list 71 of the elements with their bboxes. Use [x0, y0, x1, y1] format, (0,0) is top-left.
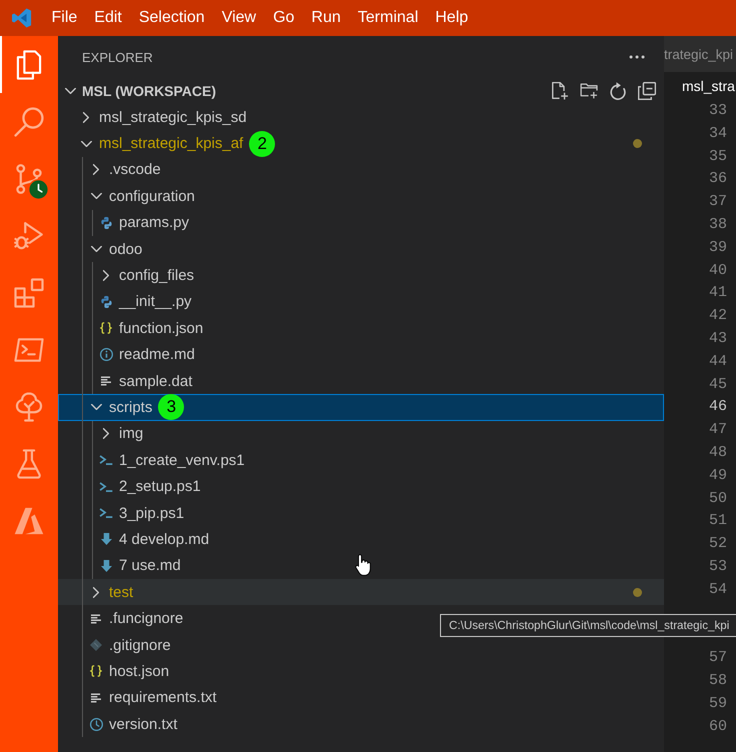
letter-a-logo-icon — [14, 506, 44, 536]
line-number: 36 — [708, 169, 728, 190]
folder-item[interactable]: scripts 3 — [58, 394, 664, 421]
new-folder-icon[interactable] — [580, 82, 598, 100]
text-lines-icon — [91, 614, 101, 624]
python-icon — [100, 296, 112, 308]
braces-icon — [100, 322, 112, 334]
bug-play-icon — [14, 220, 44, 250]
line-number: 41 — [708, 283, 728, 304]
line-number: 57 — [708, 648, 728, 668]
prompt-icon — [99, 455, 113, 466]
line-number: 33 — [708, 101, 728, 121]
line-number: 49 — [708, 466, 728, 486]
hand-cursor-icon — [355, 554, 372, 576]
line-number: 52 — [708, 534, 728, 554]
explorer-title: EXPLORER — [82, 50, 153, 64]
menu-item[interactable]: Selection — [130, 0, 214, 36]
line-number: 35 — [708, 146, 728, 167]
clock-icon — [90, 718, 102, 731]
new-file-icon[interactable] — [551, 82, 569, 100]
flask-icon — [14, 448, 44, 478]
search-icon — [14, 106, 44, 136]
refresh-icon[interactable] — [609, 82, 627, 100]
line-number: 47 — [708, 420, 728, 440]
line-number: 42 — [708, 306, 728, 326]
tree-icon — [14, 392, 44, 422]
number-badge: 2 — [249, 130, 276, 157]
collapse-all-icon[interactable] — [638, 82, 656, 100]
menu-item[interactable]: Terminal — [349, 0, 427, 36]
prompt-icon — [99, 482, 113, 492]
line-number: 46 — [708, 397, 728, 418]
braces-icon — [90, 665, 102, 678]
prompt-icon — [99, 508, 113, 518]
line-number: 39 — [708, 238, 728, 258]
text-lines-icon — [101, 376, 111, 386]
line-number: 37 — [708, 192, 728, 212]
line-number: 54 — [708, 580, 728, 600]
line-number: 59 — [708, 694, 728, 714]
path-tooltip: C:\Users\ChristophGlur\Git\msl\code\msl_strategic_kpi — [440, 614, 736, 637]
python-icon — [100, 216, 112, 229]
folder-item[interactable]: test — [58, 579, 664, 606]
line-number: 34 — [708, 124, 728, 144]
menu-item[interactable]: Run — [302, 0, 350, 36]
files-icon — [14, 50, 44, 80]
menu-item[interactable]: File — [43, 0, 86, 36]
blocks-icon — [14, 278, 44, 308]
line-number: 45 — [708, 374, 728, 395]
menu-item[interactable]: Edit — [86, 0, 130, 36]
down-arrow-icon — [100, 533, 112, 546]
line-number: 53 — [708, 556, 728, 577]
diamond-icon — [90, 639, 102, 651]
branch-icon — [14, 164, 44, 194]
line-number: 60 — [708, 716, 728, 737]
line-number: 43 — [708, 328, 728, 349]
app-logo-icon — [12, 8, 32, 28]
menu-item[interactable]: Go — [264, 0, 303, 36]
info-icon — [100, 348, 112, 362]
line-number: 51 — [708, 511, 728, 532]
menu-item[interactable]: Help — [426, 0, 477, 36]
line-number: 58 — [708, 670, 728, 691]
line-number: 48 — [708, 442, 728, 463]
line-number: 40 — [708, 260, 728, 281]
number-badge: 3 — [158, 394, 184, 420]
down-arrow-icon — [100, 560, 112, 572]
line-number: 50 — [708, 488, 728, 509]
line-number: 38 — [708, 214, 728, 235]
line-number: 44 — [708, 352, 728, 372]
menu-item[interactable]: View — [213, 0, 265, 36]
more-icon[interactable] — [629, 55, 645, 59]
section-header[interactable]: MSL (WORKSPACE) — [62, 78, 216, 104]
text-lines-icon — [91, 692, 101, 703]
